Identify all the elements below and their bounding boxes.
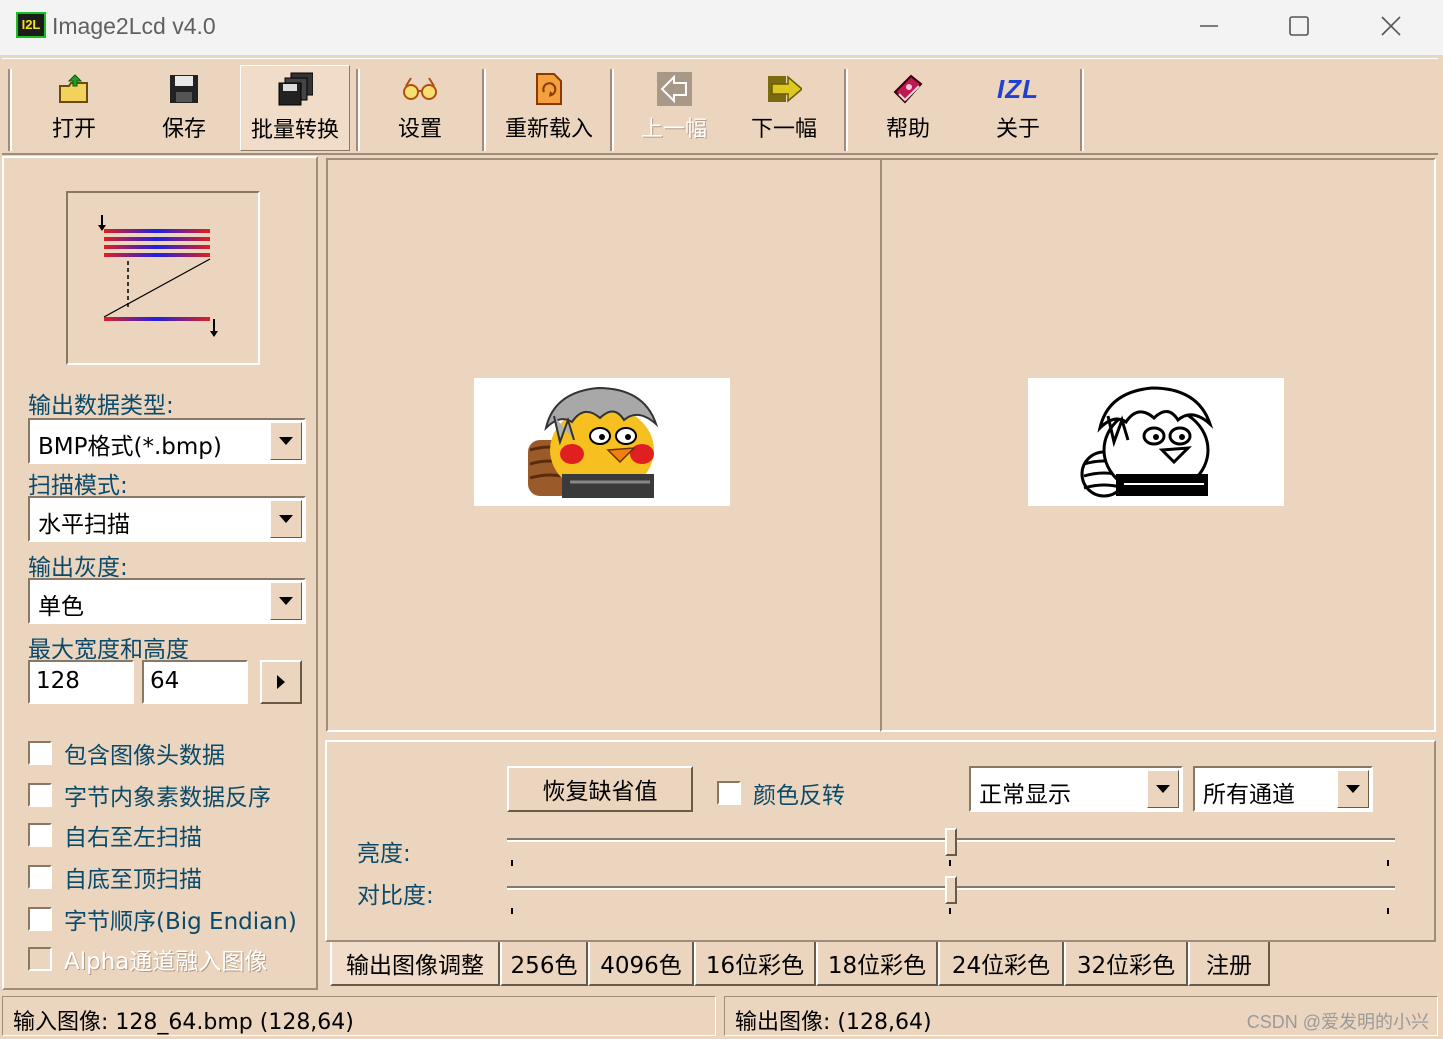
scan-direction-diagram-icon [98,215,218,337]
tab-register[interactable]: 注册 [1188,942,1270,986]
tab-32bit-color[interactable]: 32位彩色 [1064,942,1188,986]
glasses-icon [402,71,438,107]
toolbar-separator [356,69,360,151]
input-image-status: 输入图像: 128_64.bmp (128,64) [2,996,716,1036]
output-image-panel [880,158,1436,732]
open-folder-icon [56,71,92,107]
open-button[interactable]: 打开 [24,65,124,151]
tab-256-colors[interactable]: 256色 [500,942,588,986]
toolbar-separator [482,69,486,151]
reload-document-icon [531,71,567,107]
previous-image-button[interactable]: 上一幅 [624,65,724,151]
channel-select[interactable]: 所有通道 [1193,766,1373,812]
about-logo-icon: IZL [997,73,1039,104]
maximize-icon [1289,16,1309,36]
brightness-label: 亮度: [357,841,411,867]
contrast-slider-thumb[interactable] [945,876,957,904]
cartoon-bird-color-image [528,386,659,498]
app-logo-icon: I2L [16,12,46,38]
floppy-disk-icon [166,71,202,107]
about-button[interactable]: IZL 关于 [968,65,1068,151]
watermark-text: CSDN @爱发明的小兴 [1246,1012,1429,1032]
tab-24bit-color[interactable]: 24位彩色 [938,942,1064,986]
input-image-panel [326,158,882,732]
max-width-input[interactable]: 128 [28,660,134,704]
gray-level-label: 输出灰度: [28,555,128,581]
slider-tick [511,860,513,866]
toolbar-separator [610,69,614,151]
brightness-slider-thumb[interactable] [945,828,957,856]
display-mode-select[interactable]: 正常显示 [969,766,1183,812]
toolbar-separator [844,69,848,151]
batch-disks-icon [277,72,313,108]
tab-16bit-color[interactable]: 16位彩色 [694,942,816,986]
chevron-down-icon[interactable] [270,500,302,538]
chevron-down-icon[interactable] [1337,770,1369,808]
settings-panel: 输出数据类型: BMP格式(*.bmp) 扫描模式: 水平扫描 输出灰度: 单色… [2,156,318,990]
toolbar-separator [1080,69,1084,151]
input-image-preview [474,378,730,506]
arrow-right-icon [766,71,802,107]
scan-mode-select[interactable]: 水平扫描 [28,496,306,542]
reload-button[interactable]: 重新载入 [494,65,604,151]
chevron-down-icon[interactable] [270,422,302,460]
save-button[interactable]: 保存 [134,65,234,151]
output-adjust-panel: 恢复缺省值 颜色反转 正常显示 所有通道 亮度: 对比度: [325,740,1436,942]
scan-mode-label: 扫描模式: [28,473,128,499]
tab-4096-colors[interactable]: 4096色 [588,942,694,986]
toolbar: 打开 保存 批量转换 设置 重新载入 上一幅 下一幅 帮助 IZL 关于 [2,58,1438,155]
batch-convert-button[interactable]: 批量转换 [240,65,350,151]
next-image-button[interactable]: 下一幅 [734,65,834,151]
cartoon-bird-mono-image [1080,386,1214,498]
alpha-blend-checkbox: Alpha通道融入图像 [28,942,267,976]
minimize-button[interactable] [1186,4,1232,48]
toolbar-separator [8,69,12,151]
close-icon [1381,16,1401,36]
restore-defaults-button[interactable]: 恢复缺省值 [507,766,693,812]
slider-tick [949,860,951,866]
slider-tick [511,908,513,914]
arrow-left-icon [656,71,692,107]
tab-output-adjust[interactable]: 输出图像调整 [330,942,500,986]
apply-size-button[interactable] [260,660,302,704]
output-type-label: 输出数据类型: [28,393,174,419]
help-book-icon [890,71,926,107]
include-header-checkbox[interactable]: 包含图像头数据 [28,736,225,770]
slider-tick [1387,908,1389,914]
scan-mode-diagram [66,191,260,365]
tab-18bit-color[interactable]: 18位彩色 [816,942,938,986]
gray-level-select[interactable]: 单色 [28,578,306,624]
title-bar: I2L Image2Lcd v4.0 [0,0,1443,56]
max-height-input[interactable]: 64 [142,660,248,704]
output-type-select[interactable]: BMP格式(*.bmp) [28,418,306,464]
slider-tick [1387,860,1389,866]
minimize-icon [1200,25,1218,27]
reverse-pixel-order-checkbox[interactable]: 字节内象素数据反序 [28,778,271,812]
scan-right-to-left-checkbox[interactable]: 自右至左扫描 [28,818,202,852]
scan-bottom-to-top-checkbox[interactable]: 自底至顶扫描 [28,860,202,894]
chevron-down-icon[interactable] [1147,770,1179,808]
maximize-button[interactable] [1276,4,1322,48]
invert-color-checkbox[interactable]: 颜色反转 [717,776,845,810]
output-image-preview [1028,378,1284,506]
window-title: Image2Lcd v4.0 [52,13,216,39]
close-button[interactable] [1368,4,1414,48]
settings-button[interactable]: 设置 [370,65,470,151]
contrast-label: 对比度: [357,883,434,909]
help-button[interactable]: 帮助 [858,65,958,151]
max-size-label: 最大宽度和高度 [28,637,189,663]
play-arrow-icon [277,675,285,689]
big-endian-checkbox[interactable]: 字节顺序(Big Endian) [28,902,297,936]
chevron-down-icon[interactable] [270,582,302,620]
status-bar: 输入图像: 128_64.bmp (128,64) 输出图像: (128,64)… [0,992,1443,1039]
slider-tick [949,908,951,914]
